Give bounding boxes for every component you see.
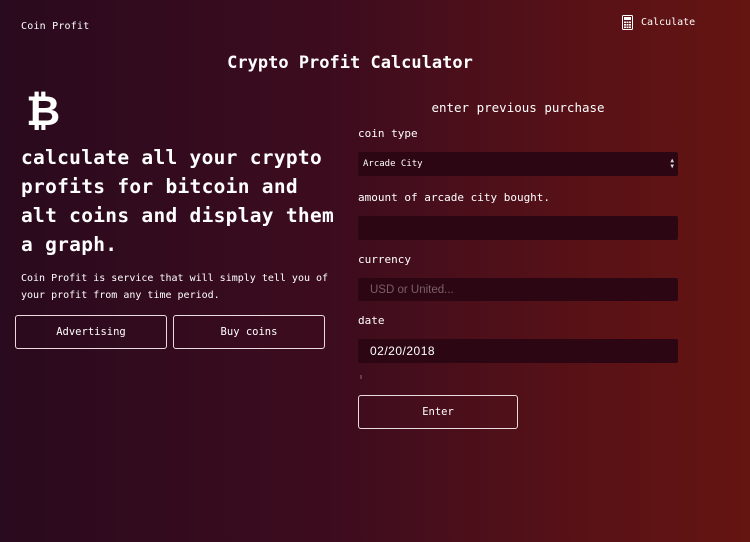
form-heading: enter previous purchase <box>431 100 605 115</box>
divider-mark <box>360 375 362 379</box>
currency-label: currency <box>358 253 411 266</box>
page-title: Crypto Profit Calculator <box>227 53 473 73</box>
hero-description: Coin Profit is service that will simply … <box>21 273 329 301</box>
hero-headline: calculate all your crypto profits for bi… <box>21 146 335 256</box>
advertising-button[interactable]: Advertising <box>15 315 167 349</box>
amount-label: amount of arcade city bought. <box>358 191 551 204</box>
date-input[interactable]: 02/20/2018 <box>358 339 678 363</box>
brand-logo-text[interactable]: Coin Profit <box>21 21 89 32</box>
calculator-icon <box>622 15 633 30</box>
currency-placeholder: USD or United... <box>370 283 454 296</box>
coin-type-label: coin type <box>358 127 418 140</box>
date-label: date <box>358 314 385 327</box>
enter-button[interactable]: Enter <box>358 395 518 429</box>
nav-calculate-label: Calculate <box>641 17 696 28</box>
select-arrows-icon: ▲ ▼ <box>670 157 674 170</box>
date-value: 02/20/2018 <box>370 344 436 358</box>
amount-input[interactable] <box>358 216 678 240</box>
bitcoin-icon: ₿ <box>26 86 61 135</box>
currency-input[interactable]: USD or United... <box>358 278 678 301</box>
coin-type-value: Arcade City <box>363 159 423 169</box>
buy-coins-button[interactable]: Buy coins <box>173 315 325 349</box>
coin-type-select[interactable]: Arcade City ▲ ▼ <box>358 152 678 176</box>
nav-calculate-link[interactable]: Calculate <box>622 15 695 30</box>
